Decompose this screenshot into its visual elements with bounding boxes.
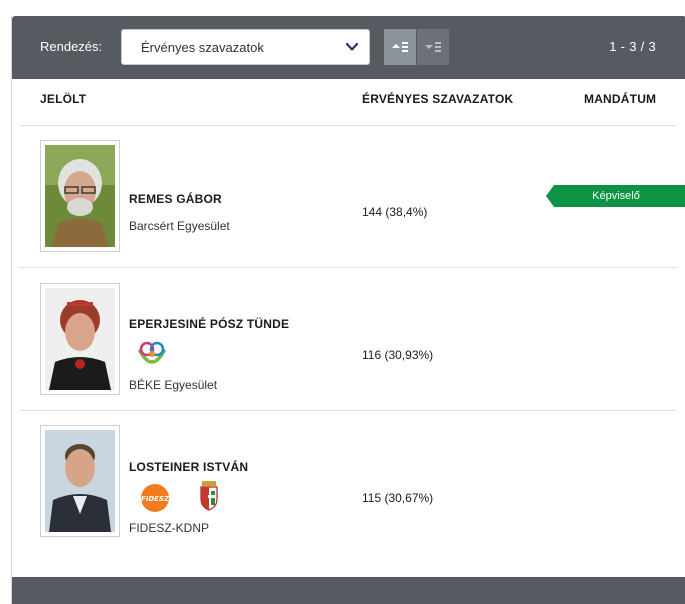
sort-toolbar: Rendezés: Érvényes szavazatok 1 - 3 / 3 <box>12 16 685 79</box>
sort-ascending-icon <box>392 42 408 52</box>
party-logo-icon <box>138 341 166 364</box>
footer-bar <box>12 577 685 604</box>
results-panel: Rendezés: Érvényes szavazatok 1 - 3 / 3 … <box>11 16 685 604</box>
candidate-name[interactable]: REMES GÁBOR <box>129 192 222 206</box>
candidate-organization: Barcsért Egyesület <box>129 219 230 233</box>
sort-select[interactable]: Érvényes szavazatok <box>121 29 370 65</box>
table-row: LOSTEINER ISTVÁN FIDESZ FIDESZ-KDNP 115 … <box>12 411 685 553</box>
chevron-down-icon <box>345 42 359 51</box>
portrait-image <box>45 288 115 390</box>
column-header-votes: ÉRVÉNYES SZAVAZATOK <box>362 92 514 106</box>
candidate-photo <box>40 425 120 537</box>
table-row: REMES GÁBOR Barcsért Egyesület 144 (38,4… <box>12 126 685 268</box>
column-header-candidate: JELÖLT <box>40 92 87 106</box>
portrait-image <box>45 430 115 532</box>
fidesz-logo-text: FIDESZ <box>141 495 170 503</box>
candidate-votes: 116 (30,93%) <box>362 348 434 362</box>
sort-select-value: Érvényes szavazatok <box>141 40 264 55</box>
kdnp-shield-icon <box>200 481 218 511</box>
candidate-organization: FIDESZ-KDNP <box>129 521 210 535</box>
pagination-info: 1 - 3 / 3 <box>609 39 656 54</box>
sort-descending-icon <box>425 42 441 52</box>
candidate-name[interactable]: LOSTEINER ISTVÁN <box>129 460 248 474</box>
table-row: EPERJESINÉ PÓSZ TÜNDE BÉKE Egyesület 116… <box>12 268 685 410</box>
sort-label: Rendezés: <box>40 39 103 54</box>
candidate-photo <box>40 140 120 252</box>
mandate-badge: Képviselő <box>546 185 685 207</box>
portrait-image <box>45 145 115 247</box>
candidate-organization: BÉKE Egyesület <box>129 378 218 392</box>
fidesz-logo-icon: FIDESZ <box>141 484 170 512</box>
candidate-votes: 115 (30,67%) <box>362 491 434 505</box>
candidate-name[interactable]: EPERJESINÉ PÓSZ TÜNDE <box>129 317 289 331</box>
sort-descending-button[interactable] <box>417 29 449 65</box>
column-header-mandate: MANDÁTUM <box>584 92 657 106</box>
candidate-votes: 144 (38,4%) <box>362 205 428 219</box>
sort-ascending-button[interactable] <box>384 29 416 65</box>
candidate-photo <box>40 283 120 395</box>
